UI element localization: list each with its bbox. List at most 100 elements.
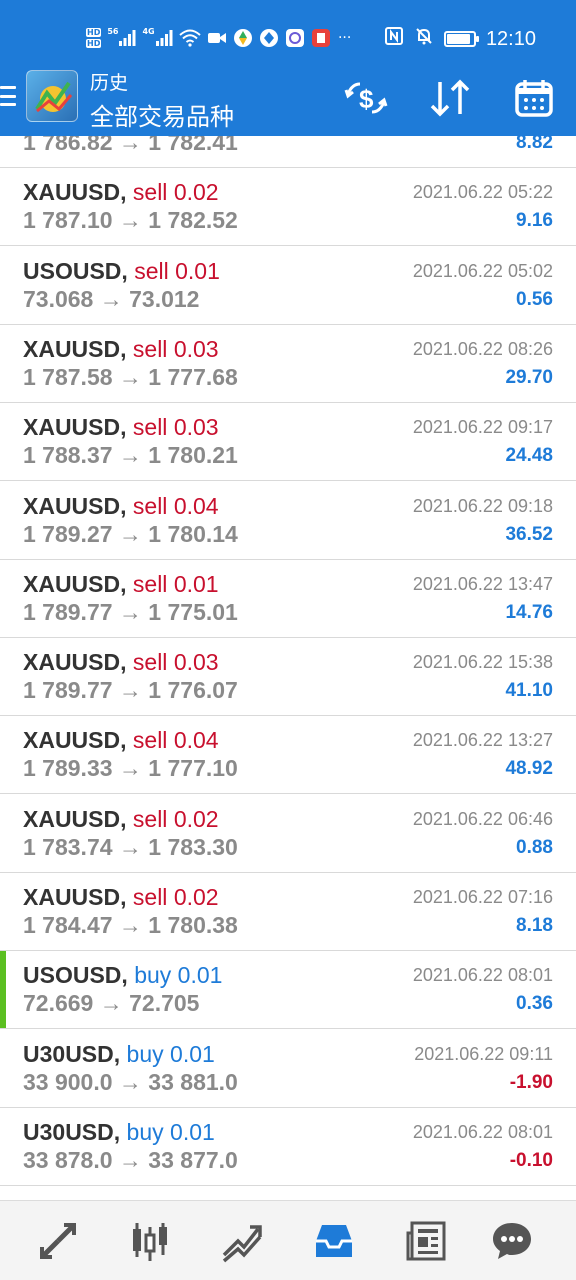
video-camera-icon xyxy=(207,27,227,49)
deal-symbol: U30USD, xyxy=(23,1118,121,1145)
deal-lots: 0.02 xyxy=(173,805,219,832)
deal-prices: 1 787.58 → 1 777.68 xyxy=(23,363,238,390)
hd-badge-1: HD xyxy=(86,28,102,37)
deal-symbol: USOUSD, xyxy=(23,257,128,284)
chat-icon[interactable] xyxy=(486,1215,538,1267)
deal-lots: 0.02 xyxy=(173,884,219,910)
sort-icon[interactable] xyxy=(426,74,474,122)
deal-row[interactable]: 1 786.82 → 1 782.41 8.82 xyxy=(0,136,576,168)
deal-row[interactable]: U30USD, buy 0.01 33 878.0 → 33 877.0 2021.… xyxy=(0,1107,576,1186)
deal-side: sell xyxy=(132,492,168,519)
deal-prices: 1 789.77 → 1 775.01 xyxy=(23,598,238,625)
trade-icon[interactable] xyxy=(216,1215,268,1267)
svg-text:$: $ xyxy=(359,84,374,114)
deal-lots: 0.04 xyxy=(173,492,219,519)
deal-row[interactable]: XAUUSD, sell 0.02 1 783.74 → 1 783.30 2021… xyxy=(0,794,576,873)
deal-side: buy xyxy=(126,1118,164,1145)
menu-icon[interactable] xyxy=(0,84,16,108)
deals-list[interactable]: 1 786.82 → 1 782.41 8.82 XAUUSD, sell 0.02… xyxy=(0,136,576,1200)
deal-side: sell xyxy=(132,727,168,754)
deal-symbol: XAUUSD, xyxy=(23,884,127,910)
deal-row[interactable]: XAUUSD, sell 0.04 1 789.27 → 1 780.14 2021… xyxy=(0,481,576,560)
deal-lots: 0.03 xyxy=(173,649,219,676)
deal-profit: 8.18 xyxy=(516,915,553,936)
deal-time: 2021.06.22 08:26 xyxy=(412,338,553,359)
deal-time: 2021.06.22 06:46 xyxy=(412,808,553,829)
calendar-icon[interactable] xyxy=(510,74,558,122)
deal-time: 2021.06.22 08:01 xyxy=(412,965,553,986)
deal-time: 2021.06.22 07:16 xyxy=(412,887,553,907)
deal-profit: 0.88 xyxy=(516,836,553,858)
deal-side: sell xyxy=(132,884,168,910)
deal-profit: 0.56 xyxy=(516,288,553,310)
deal-prices: 1 789.33 → 1 777.10 xyxy=(23,755,238,782)
deal-header: XAUUSD, sell 0.04 xyxy=(23,726,219,754)
deal-time: 2021.06.22 05:22 xyxy=(412,182,553,203)
deal-profit: 29.70 xyxy=(505,366,553,388)
app-notification-icon-3 xyxy=(285,27,305,49)
battery-icon xyxy=(443,31,479,47)
signal-icon-1: 56 xyxy=(107,27,136,49)
app-notification-icon-2 xyxy=(259,27,279,49)
deal-row[interactable]: XAUUSD, sell 0.02 1 784.47 → 1 780.38 2021… xyxy=(0,873,576,951)
deal-header: XAUUSD, sell 0.02 xyxy=(23,805,219,833)
status-bar-right: 12:10 xyxy=(384,26,536,52)
deal-row[interactable]: USOUSD, sell 0.01 73.068 → 73.012 2021.06.… xyxy=(0,246,576,325)
deal-prices: 1 784.47 → 1 780.38 xyxy=(23,912,238,938)
deal-header: XAUUSD, sell 0.02 xyxy=(23,883,219,911)
deal-row[interactable]: XAUUSD, sell 0.03 1 789.77 → 1 776.07 2021… xyxy=(0,638,576,717)
deal-prices: 33 878.0 → 33 877.0 xyxy=(23,1146,238,1173)
status-bar: HD HD 56 4G ··· 12:10 xyxy=(0,0,576,62)
toolbar-title: 历史 xyxy=(90,72,129,94)
clock: 12:10 xyxy=(485,27,536,50)
deal-side: sell xyxy=(132,649,168,676)
news-icon[interactable] xyxy=(400,1215,452,1267)
deal-profit: 36.52 xyxy=(505,523,553,545)
deal-lots: 0.02 xyxy=(173,179,219,206)
deal-header: USOUSD, sell 0.01 xyxy=(23,257,220,285)
deal-time: 2021.06.22 15:38 xyxy=(412,652,553,673)
deal-row[interactable]: XAUUSD, sell 0.02 1 787.10 → 1 782.52 2021… xyxy=(0,168,576,247)
deal-row[interactable]: U30USD, buy 0.01 33 900.0 → 33 881.0 2021.… xyxy=(0,1029,576,1108)
currency-exchange-icon[interactable]: $ xyxy=(342,74,390,122)
deal-lots: 0.03 xyxy=(173,414,219,441)
deal-prices: 72.669 → 72.705 xyxy=(23,990,200,1017)
deal-row[interactable]: XAUUSD, sell 0.04 1 789.33 → 1 777.10 2021… xyxy=(0,716,576,795)
deal-lots: 0.01 xyxy=(173,570,219,597)
hd-badge: HD HD xyxy=(86,27,102,49)
deal-header: U30USD, buy 0.01 xyxy=(23,1118,215,1146)
deal-time: 2021.06.22 05:02 xyxy=(412,260,553,281)
deal-symbol: XAUUSD, xyxy=(23,570,127,597)
deal-symbol: USOUSD, xyxy=(23,962,128,989)
quotes-icon[interactable] xyxy=(32,1215,84,1267)
deal-symbol: U30USD, xyxy=(23,1040,121,1067)
deal-row[interactable]: USOUSD, buy 0.01 72.669 → 72.705 2021.06.2… xyxy=(0,951,576,1030)
deal-profit: 41.10 xyxy=(505,680,553,702)
app-notification-icon-4 xyxy=(311,27,331,49)
deal-time: 2021.06.22 09:17 xyxy=(412,417,553,438)
deal-prices: 1 783.74 → 1 783.30 xyxy=(23,833,238,860)
chart-icon[interactable] xyxy=(124,1215,176,1267)
deal-header: XAUUSD, sell 0.04 xyxy=(23,492,219,520)
hd-badge-2: HD xyxy=(86,39,102,48)
deal-lots: 0.01 xyxy=(175,257,220,284)
deal-lots: 0.01 xyxy=(170,1118,215,1145)
network-type-2: 4G xyxy=(142,27,155,36)
deal-row[interactable]: XAUUSD, sell 0.01 1 789.77 → 1 775.01 2021… xyxy=(0,559,576,638)
deal-side: sell xyxy=(132,805,168,832)
deal-side: buy xyxy=(134,962,172,989)
deal-time: 2021.06.22 13:27 xyxy=(412,730,553,751)
deal-row[interactable]: XAUUSD, sell 0.03 1 788.37 → 1 780.21 2021… xyxy=(0,403,576,482)
deal-prices: 1 789.27 → 1 780.14 xyxy=(23,520,238,547)
deal-side: sell xyxy=(132,414,168,441)
toolbar-subtitle[interactable]: 全部交易品种 xyxy=(90,97,234,132)
deal-lots: 0.01 xyxy=(177,962,223,989)
deal-prices: 33 900.0 → 33 881.0 xyxy=(23,1068,238,1095)
deal-header: XAUUSD, sell 0.03 xyxy=(23,648,219,676)
nfc-icon xyxy=(384,26,404,52)
history-icon[interactable] xyxy=(308,1215,360,1267)
deal-prices: 1 787.10 → 1 782.52 xyxy=(23,207,238,234)
deal-row[interactable]: XAUUSD, sell 0.03 1 787.58 → 1 777.68 2021… xyxy=(0,324,576,403)
deal-profit: 9.16 xyxy=(516,210,553,232)
deal-time: 2021.06.22 08:01 xyxy=(412,1121,553,1142)
